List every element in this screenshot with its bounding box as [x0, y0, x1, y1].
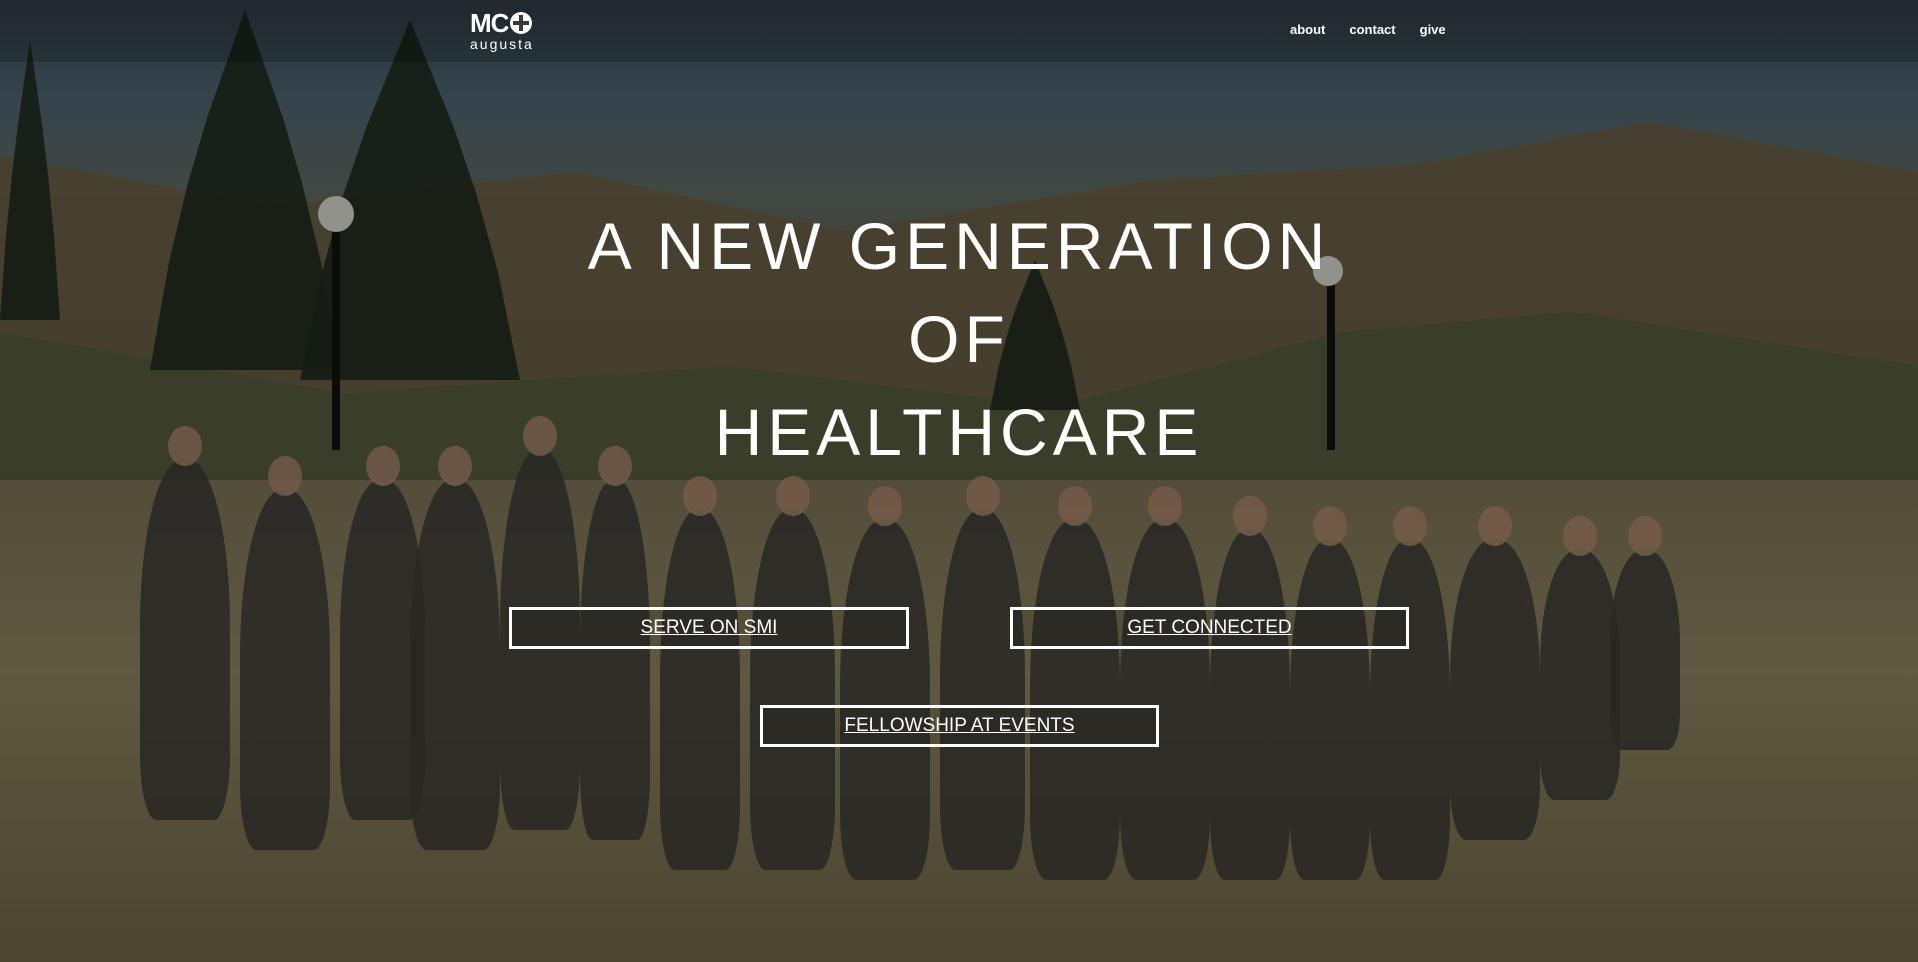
nav-link-about[interactable]: about [1290, 22, 1325, 37]
get-connected-button[interactable]: GET CONNECTED [1010, 607, 1409, 649]
nav-link-give[interactable]: give [1420, 22, 1446, 37]
logo-mark: MC [470, 10, 550, 36]
fellowship-at-events-button[interactable]: FELLOWSHIP AT EVENTS [760, 705, 1159, 747]
serve-on-smi-button[interactable]: SERVE ON SMI [509, 607, 909, 649]
logo-letters: MC [470, 8, 509, 38]
primary-nav: about contact give [1290, 22, 1446, 37]
hero-section: MC augusta about contact give A NEW GENE… [0, 0, 1918, 962]
headline-line-3: HEALTHCARE [714, 395, 1204, 469]
medical-cross-icon [510, 12, 533, 34]
headline-line-2: OF [908, 302, 1010, 376]
top-navigation-bar [0, 0, 1918, 62]
logo-subtitle: augusta [470, 36, 534, 52]
headline-line-1: A NEW GENERATION [587, 209, 1331, 283]
nav-link-contact[interactable]: contact [1349, 22, 1395, 37]
hero-headline: A NEW GENERATION OF HEALTHCARE [0, 200, 1918, 479]
hero-dark-overlay [0, 0, 1918, 962]
site-logo[interactable]: MC augusta [470, 10, 550, 52]
